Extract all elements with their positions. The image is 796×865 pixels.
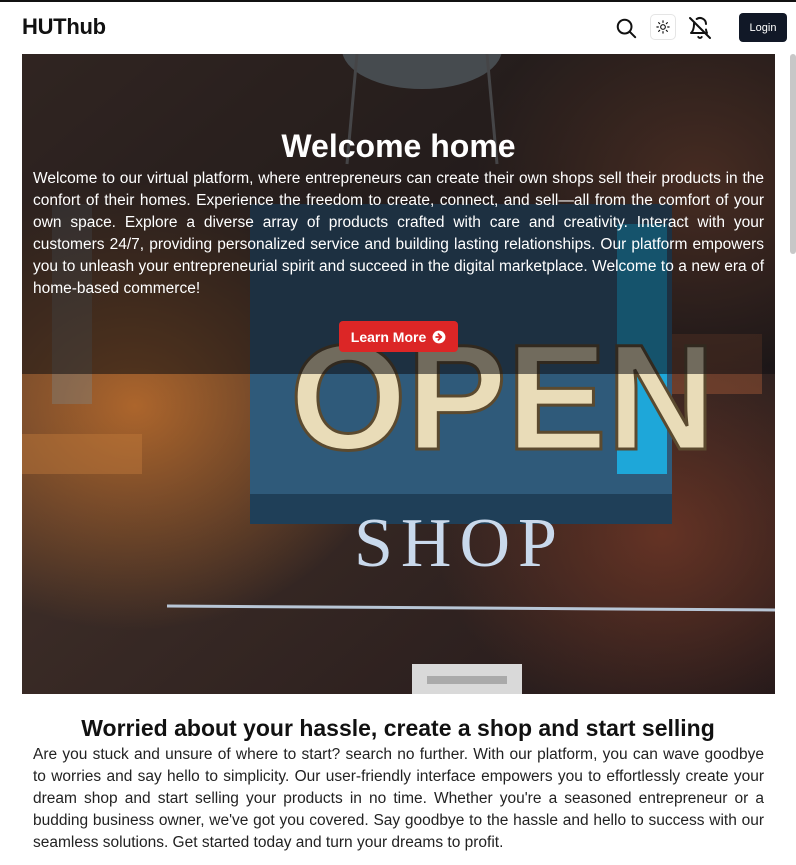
hero-title: Welcome home [281, 128, 516, 164]
hero-sign-shop: SHOP [354, 505, 565, 582]
arrow-circle-right-icon [432, 330, 446, 344]
theme-toggle-button[interactable] [650, 14, 676, 40]
hero-banner: OPEN SHOP Welcome home Welcome to our vi… [22, 54, 775, 694]
section-description: Are you stuck and unsure of where to sta… [33, 746, 764, 851]
page-scrollbar[interactable] [790, 54, 796, 254]
bell-off-icon [689, 17, 711, 39]
login-button[interactable]: Login [739, 13, 787, 42]
top-nav: HUThub Login [0, 2, 796, 54]
section-heading: Worried about your hassle, create a shop… [81, 715, 715, 741]
sun-icon [656, 20, 670, 34]
notifications-button[interactable] [687, 15, 713, 41]
brand-logo[interactable]: HUThub [22, 14, 106, 40]
learn-more-button[interactable]: Learn More [339, 321, 458, 352]
search-icon [616, 18, 637, 39]
learn-more-label: Learn More [350, 328, 427, 345]
hero-description: Welcome to our virtual platform, where e… [33, 170, 764, 297]
search-button[interactable] [613, 15, 639, 41]
